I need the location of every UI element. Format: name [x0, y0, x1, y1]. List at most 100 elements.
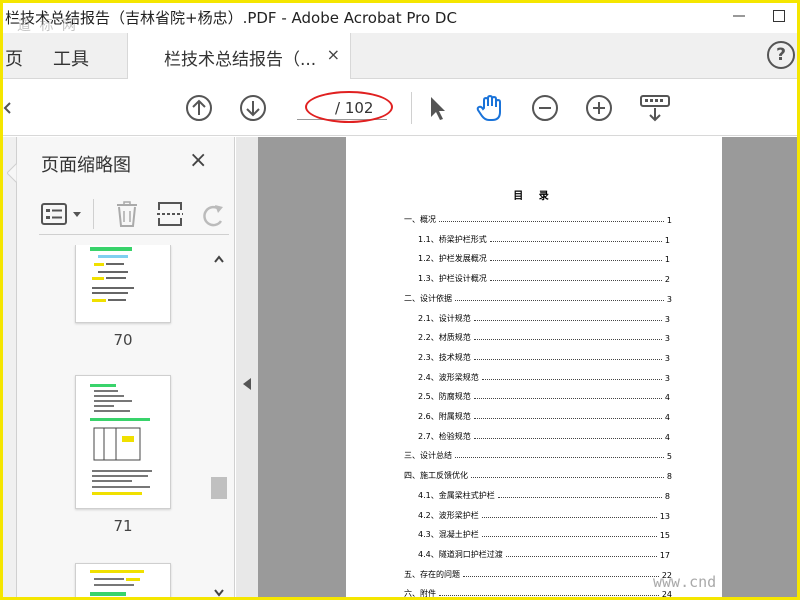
next-page-icon[interactable]	[239, 94, 267, 122]
thumbnails-panel: 页面缩略图 × 70 71	[17, 137, 235, 597]
tab-home[interactable]: 页	[5, 45, 23, 71]
tab-bar: 页 工具 栏技术总结报告（... × ?	[3, 33, 797, 79]
toc-entry-label: 六、附件	[404, 589, 436, 599]
toc-entry[interactable]: 2.7、检验规范 4	[418, 426, 670, 442]
zoom-out-icon[interactable]	[531, 94, 559, 122]
title-bar: 栏技术总结报告（吉林省院+杨忠）.PDF - Adobe Acrobat Pro…	[3, 3, 797, 34]
scroll-up-icon[interactable]	[214, 255, 224, 263]
toc-entry[interactable]: 四、施工反馈优化 8	[404, 465, 672, 481]
zoom-in-icon[interactable]	[585, 94, 613, 122]
select-cursor-icon[interactable]	[423, 94, 451, 122]
hand-tool-icon[interactable]	[475, 94, 503, 122]
collapse-panel-handle[interactable]	[236, 137, 258, 597]
toc-entry[interactable]: 五、存在的问题 22	[404, 564, 672, 580]
thumbnail-page-70[interactable]	[75, 245, 171, 323]
tab-document[interactable]: 栏技术总结报告（... ×	[127, 33, 351, 79]
toc-entry-label: 1.3、护栏设计概况	[418, 274, 487, 284]
watermark-top: 道 标 网	[17, 18, 78, 34]
toc-entry-page: 1	[664, 235, 670, 245]
toc-entry[interactable]: 1.3、护栏设计概况 2	[418, 268, 670, 284]
thumbnail-scrollbar[interactable]	[211, 249, 227, 597]
toc-leader-dots	[473, 339, 662, 341]
toc-leader-dots	[481, 378, 662, 380]
toc-entry[interactable]: 4.1、金属梁柱式护栏 8	[418, 485, 670, 501]
thumbnails-close-button[interactable]: ×	[189, 148, 207, 173]
toc-entry-label: 2.7、检验规范	[418, 431, 471, 441]
thumbnails-toolbar	[39, 195, 229, 235]
toc-leader-dots	[473, 319, 662, 321]
toc-leader-dots	[473, 398, 662, 400]
toc-entry-page: 1	[666, 216, 672, 225]
toc-entry[interactable]: 2.6、附属规范 4	[418, 406, 670, 422]
toc-entry-page: 3	[664, 373, 670, 383]
thumbnail-options-icon[interactable]	[41, 203, 85, 225]
toc-entry[interactable]: 2.5、防腐规范 4	[418, 386, 670, 402]
toc-entry[interactable]: 三、设计总结 5	[404, 445, 672, 461]
toc-entry-page: 8	[666, 472, 672, 482]
tab-tools[interactable]: 工具	[53, 45, 89, 71]
toc-leader-dots	[489, 280, 662, 282]
toc-entry-page: 15	[659, 531, 670, 541]
page-preview	[90, 384, 152, 495]
scrollbar-thumb[interactable]	[211, 477, 227, 499]
maximize-button[interactable]	[759, 3, 797, 33]
document-viewer[interactable]: 目 录 一、概况 1 1.1、桥梁护栏形式 1 1.2、护栏发展概况 1 1.3、护栏设计概…	[258, 137, 797, 600]
maximize-icon	[773, 10, 785, 22]
toc-entry[interactable]: 1.2、护栏发展概况 1	[418, 248, 670, 264]
delete-page-icon[interactable]	[115, 201, 139, 227]
navigation-pane-strip[interactable]	[3, 137, 17, 597]
toc-entry-page: 17	[659, 550, 670, 560]
toc-entry[interactable]: 2.2、材质规范 3	[418, 327, 670, 343]
toc-entry-label: 4.1、金属梁柱式护栏	[418, 490, 495, 500]
toc-entry[interactable]: 4.2、波形梁护栏 13	[418, 505, 670, 521]
toc-entry-label: 2.4、波形梁规范	[418, 372, 479, 382]
toc-entry[interactable]: 2.4、波形梁规范 3	[418, 367, 670, 383]
help-icon: ?	[776, 45, 786, 65]
tab-close-button[interactable]: ×	[327, 45, 340, 64]
toc-entry-label: 五、存在的问题	[404, 569, 460, 579]
toc-leader-dots	[497, 496, 662, 498]
toc-leader-dots	[473, 358, 662, 360]
tab-document-label: 栏技术总结报告（...	[164, 50, 317, 70]
toc-entry[interactable]: 2.1、设计规范 3	[418, 308, 670, 324]
toc-entry-page: 24	[661, 590, 672, 600]
toc-entry-label: 1.2、护栏发展概况	[418, 254, 487, 264]
toc-leader-dots	[463, 575, 659, 577]
thumbnails-panel-title: 页面缩略图	[41, 155, 131, 176]
toc-entry[interactable]: 1.1、桥梁护栏形式 1	[418, 229, 670, 245]
toc-entry[interactable]: 六、附件 24	[404, 583, 672, 600]
toc-leader-dots	[473, 418, 662, 419]
toolbar-divider	[411, 92, 412, 124]
toc-entry-page: 8	[664, 491, 670, 501]
collapse-arrow-icon	[243, 378, 251, 390]
toc-entry[interactable]: 4.3、混凝土护栏 15	[418, 524, 670, 540]
chevron-left-icon[interactable]	[3, 102, 11, 114]
toc-entry[interactable]: 4.4、隧道洞口护栏过渡 17	[418, 544, 670, 560]
previous-page-icon[interactable]	[185, 94, 213, 122]
thumbnail-page-72[interactable]	[75, 563, 171, 597]
rotate-page-icon[interactable]	[199, 203, 227, 227]
toc-entry[interactable]: 2.3、技术规范 3	[418, 347, 670, 363]
toc-leader-dots	[489, 260, 662, 262]
toc-entry-page: 13	[659, 511, 670, 521]
toc-entry-label: 2.6、附属规范	[418, 412, 471, 421]
toc-entry[interactable]: 一、概况 1	[404, 209, 672, 225]
scroll-down-icon[interactable]	[214, 589, 224, 597]
toc-leader-dots	[489, 240, 662, 242]
thumbnail-page-number: 71	[113, 517, 133, 535]
toc-entry[interactable]: 二、设计依据 3	[404, 288, 672, 304]
keyboard-scroll-icon[interactable]	[639, 94, 671, 122]
toc-title: 目 录	[513, 191, 555, 202]
help-button[interactable]: ?	[767, 41, 795, 69]
toc-leader-dots	[471, 477, 664, 479]
thumbnail-page-71[interactable]	[75, 375, 171, 509]
toc-entry-label: 二、设计依据	[404, 293, 452, 303]
toc-entry-label: 4.2、波形梁护栏	[418, 510, 479, 520]
minimize-button[interactable]	[719, 3, 759, 33]
toc-entry-page: 3	[664, 334, 670, 344]
thumbnail-page-number: 70	[113, 331, 133, 349]
split-page-icon[interactable]	[157, 201, 183, 227]
pane-pointer-icon	[7, 163, 17, 183]
toc-entry-page: 5	[666, 452, 672, 462]
toc-entry-page: 4	[664, 413, 670, 422]
